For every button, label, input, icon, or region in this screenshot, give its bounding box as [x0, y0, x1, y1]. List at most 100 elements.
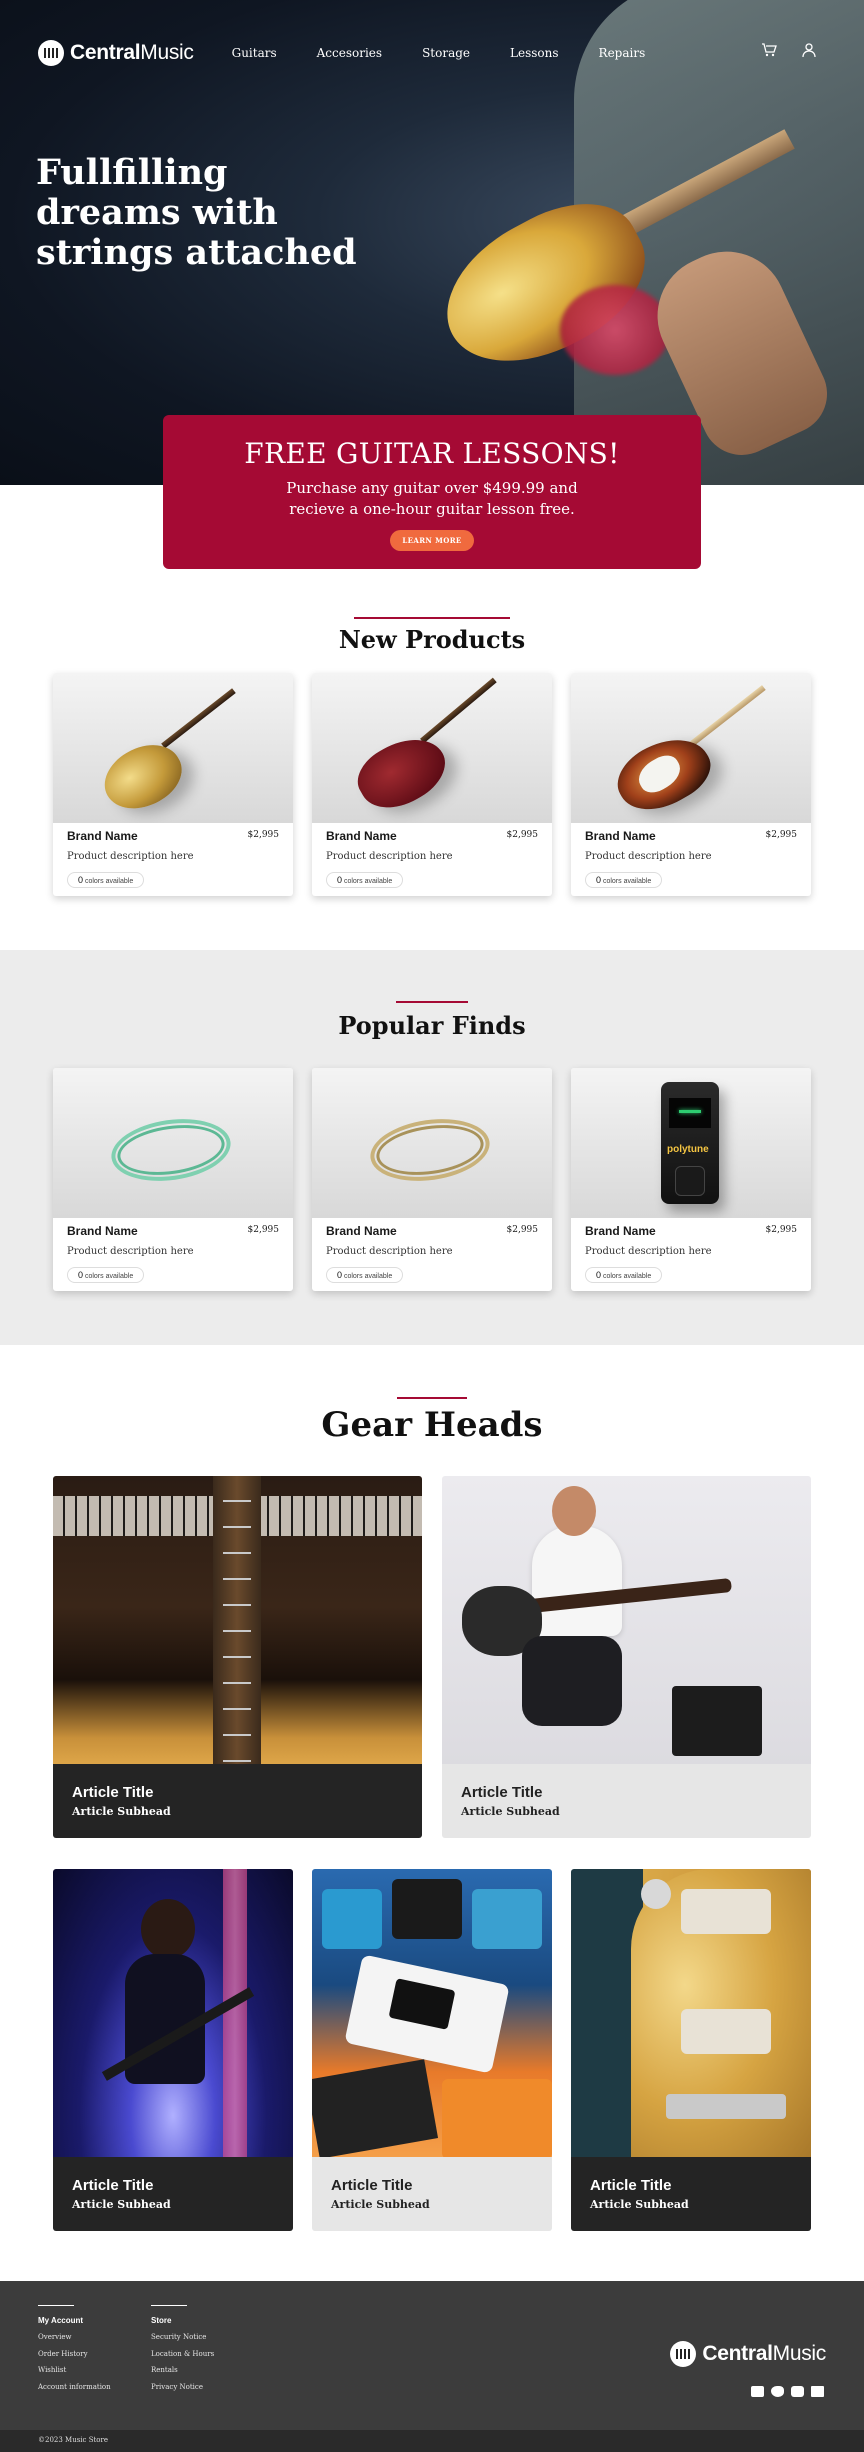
top-nav: CentralMusic Guitars Accesories Storage … — [0, 0, 864, 105]
logo-icon — [670, 2341, 697, 2367]
article-caption: Article Title Article Subhead — [53, 1764, 422, 1838]
article-card[interactable]: Article Title Article Subhead — [53, 1869, 293, 2231]
article-card[interactable]: Article Title Article Subhead — [442, 1476, 811, 1838]
colors-badge[interactable]: 0 colors available — [585, 1267, 663, 1283]
product-price: $2,995 — [247, 1225, 280, 1235]
product-image — [53, 1068, 293, 1218]
footer-store-column: Store Security Notice Location & Hours R… — [151, 2305, 214, 2395]
colors-badge[interactable]: 0 colors available — [67, 1267, 145, 1283]
product-info: Brand Name $2,995 Product description he… — [53, 1218, 293, 1289]
product-card[interactable]: Brand Name $2,995 Product description he… — [53, 673, 293, 896]
article-title: Article Title — [72, 1784, 154, 1801]
nav-repairs[interactable]: Repairs — [579, 46, 666, 60]
section-title: Gear Heads — [321, 1405, 543, 1445]
product-price: $2,995 — [506, 830, 539, 840]
user-icon[interactable] — [800, 42, 818, 63]
article-card[interactable]: Article Title Article Subhead — [53, 1476, 422, 1838]
product-card[interactable]: Brand Name $2,995 Product description he… — [571, 673, 811, 896]
footer-link-wishlist[interactable]: Wishlist — [38, 2362, 111, 2379]
article-subhead: Article Subhead — [461, 1805, 560, 1818]
product-card[interactable]: Brand Name $2,995 Product description he… — [312, 1068, 552, 1291]
footer-link-privacy[interactable]: Privacy Notice — [151, 2379, 214, 2396]
footer-rule — [151, 2305, 187, 2306]
article-caption: Article Title Article Subhead — [53, 2157, 293, 2231]
header-icons — [760, 42, 818, 63]
product-info: Brand Name $2,995 Product description he… — [571, 823, 811, 894]
product-description: Product description here — [585, 1246, 712, 1257]
product-price: $2,995 — [506, 1225, 539, 1235]
site-footer: My Account Overview Order History Wishli… — [0, 2281, 864, 2452]
logo-icon — [38, 39, 64, 66]
product-info: Brand Name $2,995 Product description he… — [53, 823, 293, 894]
product-image — [571, 673, 811, 823]
footer-logo[interactable]: CentralMusic — [670, 2341, 826, 2367]
article-subhead: Article Subhead — [331, 2198, 430, 2211]
promo-title: FREE GUITAR LESSONS! — [244, 437, 620, 470]
brand-logo[interactable]: CentralMusic — [38, 39, 194, 66]
nav-guitars[interactable]: Guitars — [212, 46, 297, 60]
tuner-label: polytune — [667, 1144, 709, 1155]
section-title: Popular Finds — [338, 1011, 526, 1040]
product-image — [312, 1068, 552, 1218]
footer-link-security[interactable]: Security Notice — [151, 2329, 214, 2346]
colors-badge[interactable]: 0 colors available — [326, 1267, 404, 1283]
les-paul-graphic — [93, 731, 193, 823]
footer-link-location[interactable]: Location & Hours — [151, 2346, 214, 2363]
colors-badge[interactable]: 0 colors available — [67, 872, 145, 888]
article-title: Article Title — [72, 2177, 154, 2194]
product-info: Brand Name $2,995 Product description he… — [312, 823, 552, 894]
guitar-neck — [687, 685, 766, 749]
cart-icon[interactable] — [760, 42, 778, 63]
article-caption: Article Title Article Subhead — [442, 1764, 811, 1838]
product-description: Product description here — [67, 851, 194, 862]
footer-account-column: My Account Overview Order History Wishli… — [38, 2305, 111, 2395]
section-title: New Products — [338, 625, 526, 654]
article-image — [312, 1869, 552, 2159]
product-card[interactable]: Brand Name $2,995 Product description he… — [53, 1068, 293, 1291]
product-card[interactable]: polytune Brand Name $2,995 Product descr… — [571, 1068, 811, 1291]
twitter-icon[interactable] — [771, 2386, 784, 2397]
product-price: $2,995 — [247, 830, 280, 840]
new-products-header: New Products — [0, 617, 864, 654]
article-card[interactable]: Article Title Article Subhead — [312, 1869, 552, 2231]
new-products-cards: Brand Name $2,995 Product description he… — [53, 673, 811, 896]
product-description: Product description here — [326, 851, 453, 862]
article-subhead: Article Subhead — [72, 2198, 171, 2211]
nav-storage[interactable]: Storage — [402, 46, 490, 60]
nav-accesories[interactable]: Accesories — [297, 46, 402, 60]
social-links — [751, 2386, 824, 2397]
footer-bottom-bar: ©2023 Music Store — [0, 2430, 864, 2452]
article-title: Article Title — [331, 2177, 413, 2194]
nav-lessons[interactable]: Lessons — [490, 46, 579, 60]
section-rule — [397, 1397, 467, 1399]
article-title: Article Title — [461, 1784, 543, 1801]
footer-heading: Store — [151, 2316, 172, 2325]
instagram-icon[interactable] — [791, 2386, 804, 2397]
learn-more-button[interactable]: LEARN MORE — [390, 530, 474, 551]
footer-link-account-info[interactable]: Account information — [38, 2379, 111, 2396]
product-price: $2,995 — [765, 830, 798, 840]
guitar-neck — [161, 688, 236, 749]
article-image — [53, 1869, 293, 2159]
tuner-switch — [675, 1166, 705, 1196]
promo-text: Purchase any guitar over $499.99 and rec… — [163, 478, 701, 520]
colors-badge[interactable]: 0 colors available — [585, 872, 663, 888]
gear-heads-header: Gear Heads — [0, 1397, 864, 1445]
hero-banner: CentralMusic Guitars Accesories Storage … — [0, 0, 864, 485]
product-card[interactable]: Brand Name $2,995 Product description he… — [312, 673, 552, 896]
facebook-icon[interactable] — [811, 2386, 824, 2397]
product-description: Product description here — [67, 1246, 194, 1257]
footer-link-rentals[interactable]: Rentals — [151, 2362, 214, 2379]
hero-title: Fullfilling dreams with strings attached — [36, 152, 357, 273]
section-rule — [396, 1001, 468, 1003]
section-rule — [354, 617, 510, 619]
hero-guitar-accent — [560, 285, 670, 375]
article-image — [442, 1476, 811, 1767]
youtube-icon[interactable] — [751, 2386, 764, 2397]
article-card[interactable]: Article Title Article Subhead — [571, 1869, 811, 2231]
colors-badge[interactable]: 0 colors available — [326, 872, 404, 888]
popular-finds-cards: Brand Name $2,995 Product description he… — [53, 1068, 811, 1291]
footer-link-overview[interactable]: Overview — [38, 2329, 111, 2346]
footer-link-order-history[interactable]: Order History — [38, 2346, 111, 2363]
product-image — [53, 673, 293, 823]
